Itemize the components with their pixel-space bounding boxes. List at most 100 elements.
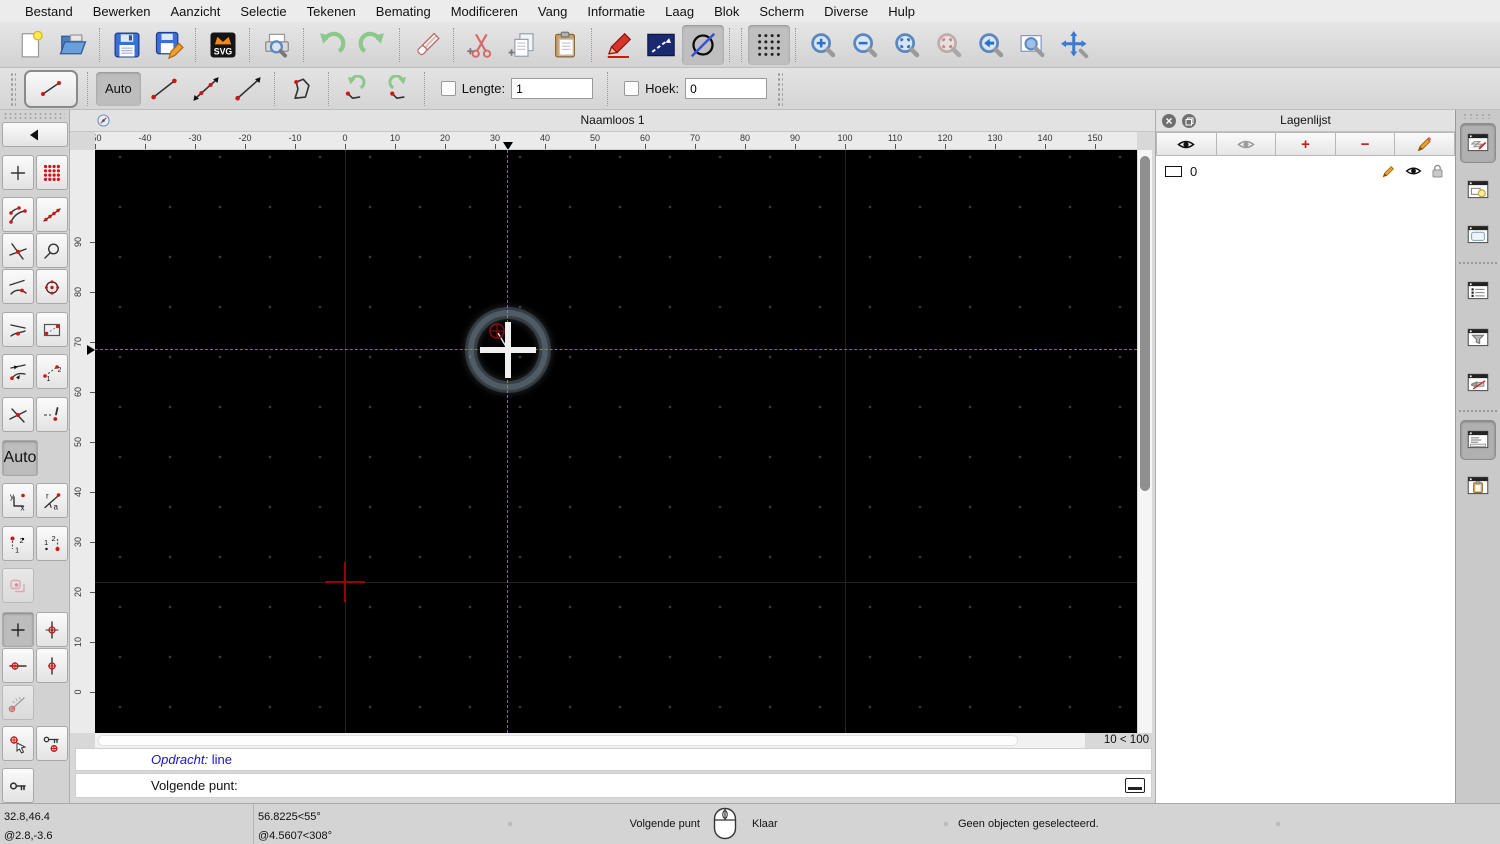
paste-button[interactable] bbox=[544, 25, 586, 65]
menu-bemating[interactable]: Bemating bbox=[366, 4, 441, 19]
dock-command-line-button[interactable] bbox=[1460, 420, 1496, 460]
snap-center-button[interactable] bbox=[36, 269, 68, 304]
line-ray-button[interactable] bbox=[227, 69, 269, 109]
snap-free-button[interactable] bbox=[2, 155, 34, 190]
dock-selection-filter-button[interactable] bbox=[1460, 318, 1496, 358]
menu-tekenen[interactable]: Tekenen bbox=[297, 4, 366, 19]
layer-row[interactable]: 0 bbox=[1156, 160, 1455, 182]
line-two-points-button[interactable] bbox=[143, 69, 185, 109]
snap-auto-mode-button[interactable]: Auto bbox=[2, 440, 38, 476]
vertical-scrollbar[interactable] bbox=[1137, 150, 1152, 733]
snap-middle-button[interactable] bbox=[2, 312, 34, 347]
toolbar-drag-handle[interactable] bbox=[10, 71, 16, 106]
coord-polar-button[interactable]: ra bbox=[36, 483, 68, 518]
vertical-scrollbar-thumb[interactable] bbox=[1140, 156, 1150, 491]
dock-pen-palette-button[interactable] bbox=[1460, 363, 1496, 403]
zoom-auto-button[interactable] bbox=[886, 25, 928, 65]
auto-line-mode-button[interactable]: Auto bbox=[96, 71, 141, 106]
back-button[interactable] bbox=[2, 122, 68, 147]
lock-relative-zero-button[interactable] bbox=[36, 726, 68, 761]
polygon-tool-button[interactable] bbox=[281, 69, 323, 109]
keyboard-toggle-button[interactable] bbox=[1125, 778, 1145, 793]
snap-point-button[interactable] bbox=[36, 397, 68, 432]
layer-color-swatch[interactable] bbox=[1165, 165, 1182, 177]
menu-laag[interactable]: Laag bbox=[655, 4, 704, 19]
dock-drag-handle[interactable] bbox=[1462, 113, 1494, 119]
menu-bestand[interactable]: Bestand bbox=[15, 4, 83, 19]
dock-clipboard-button[interactable] bbox=[1460, 466, 1496, 506]
restrict-orthogonal-button[interactable] bbox=[36, 612, 68, 647]
line-infinite-button[interactable] bbox=[185, 69, 227, 109]
snap-auto-button[interactable] bbox=[36, 233, 68, 268]
coord-cartesian-button[interactable]: yx bbox=[2, 483, 34, 518]
zoom-out-button[interactable] bbox=[844, 25, 886, 65]
dock-library-browser-button[interactable] bbox=[1460, 215, 1496, 255]
menu-scherm[interactable]: Scherm bbox=[749, 4, 814, 19]
zoom-previous-button[interactable] bbox=[970, 25, 1012, 65]
layer-edit-button[interactable] bbox=[1377, 164, 1401, 178]
edit-layer-button[interactable] bbox=[1395, 132, 1455, 156]
layer-lock-toggle[interactable] bbox=[1425, 164, 1449, 178]
snap-relative-button[interactable] bbox=[2, 568, 34, 603]
angle-input[interactable] bbox=[685, 78, 768, 99]
order-12-right-button[interactable]: 12 bbox=[36, 526, 68, 561]
zoom-pan-button[interactable] bbox=[1054, 25, 1096, 65]
angle-snap-button[interactable] bbox=[2, 685, 34, 720]
horizontal-scrollbar-thumb[interactable] bbox=[98, 735, 1018, 746]
layer-visibility-toggle[interactable] bbox=[1401, 165, 1425, 177]
menu-informatie[interactable]: Informatie bbox=[577, 4, 655, 19]
sidebar-drag-handle[interactable] bbox=[3, 112, 65, 119]
length-checkbox[interactable] bbox=[440, 81, 456, 96]
new-file-button[interactable] bbox=[10, 25, 52, 65]
circle-tool-button[interactable] bbox=[682, 24, 724, 65]
print-preview-button[interactable] bbox=[256, 25, 298, 65]
menu-blok[interactable]: Blok bbox=[704, 4, 749, 19]
menu-modificeren[interactable]: Modificeren bbox=[441, 4, 528, 19]
menu-bewerken[interactable]: Bewerken bbox=[83, 4, 161, 19]
save-as-button[interactable] bbox=[148, 25, 190, 65]
snap-endpoint-button[interactable] bbox=[2, 197, 34, 232]
delete-button[interactable] bbox=[406, 25, 448, 65]
length-input[interactable] bbox=[511, 78, 594, 99]
polyline-redo-button[interactable] bbox=[377, 69, 419, 109]
pen-tool-button[interactable] bbox=[598, 25, 640, 65]
restrict-nothing-button[interactable] bbox=[2, 612, 34, 647]
zoom-selection-button[interactable] bbox=[928, 25, 970, 65]
export-svg-button[interactable]: SVG bbox=[202, 25, 244, 65]
restrict-horizontal-button[interactable] bbox=[2, 648, 34, 683]
copy-button[interactable] bbox=[502, 25, 544, 65]
add-layer-button[interactable]: + bbox=[1276, 132, 1336, 156]
zoom-in-button[interactable] bbox=[802, 25, 844, 65]
save-file-button[interactable] bbox=[106, 25, 148, 65]
dock-entity-list-button[interactable] bbox=[1460, 271, 1496, 311]
remove-layer-button[interactable]: − bbox=[1335, 132, 1396, 156]
snap-tangent-button[interactable] bbox=[2, 354, 34, 389]
snap-cross-button[interactable] bbox=[2, 397, 34, 432]
drawing-canvas[interactable] bbox=[95, 150, 1137, 733]
grid-toggle-button[interactable] bbox=[748, 24, 790, 65]
dock-block-list-button[interactable] bbox=[1460, 170, 1496, 210]
dock-layer-list-button[interactable] bbox=[1460, 123, 1496, 163]
snap-intersection-button[interactable] bbox=[2, 233, 34, 268]
horizontal-scrollbar[interactable] bbox=[95, 733, 1085, 748]
snap-on-entity-button[interactable] bbox=[36, 197, 68, 232]
menu-selectie[interactable]: Selectie bbox=[230, 4, 296, 19]
command-input[interactable] bbox=[243, 775, 1119, 796]
hide-all-layers-button[interactable] bbox=[1216, 132, 1277, 156]
menu-vang[interactable]: Vang bbox=[528, 4, 577, 19]
open-file-button[interactable] bbox=[52, 25, 94, 65]
undo-button[interactable] bbox=[310, 25, 352, 65]
zoom-window-button[interactable] bbox=[1012, 25, 1054, 65]
snap-grid-button[interactable] bbox=[36, 155, 68, 190]
redo-button[interactable] bbox=[352, 25, 394, 65]
restrict-vertical-button[interactable] bbox=[36, 648, 68, 683]
cut-button[interactable] bbox=[460, 25, 502, 65]
snap-distance-manual-button[interactable]: 12 bbox=[36, 354, 68, 389]
active-line-tool-button[interactable] bbox=[24, 69, 78, 108]
angle-checkbox[interactable] bbox=[624, 81, 640, 96]
menu-aanzicht[interactable]: Aanzicht bbox=[161, 4, 231, 19]
show-all-layers-button[interactable] bbox=[1156, 132, 1217, 156]
menu-hulp[interactable]: Hulp bbox=[878, 4, 925, 19]
snap-nearest-button[interactable] bbox=[2, 269, 34, 304]
line-tool-button[interactable] bbox=[640, 25, 682, 65]
